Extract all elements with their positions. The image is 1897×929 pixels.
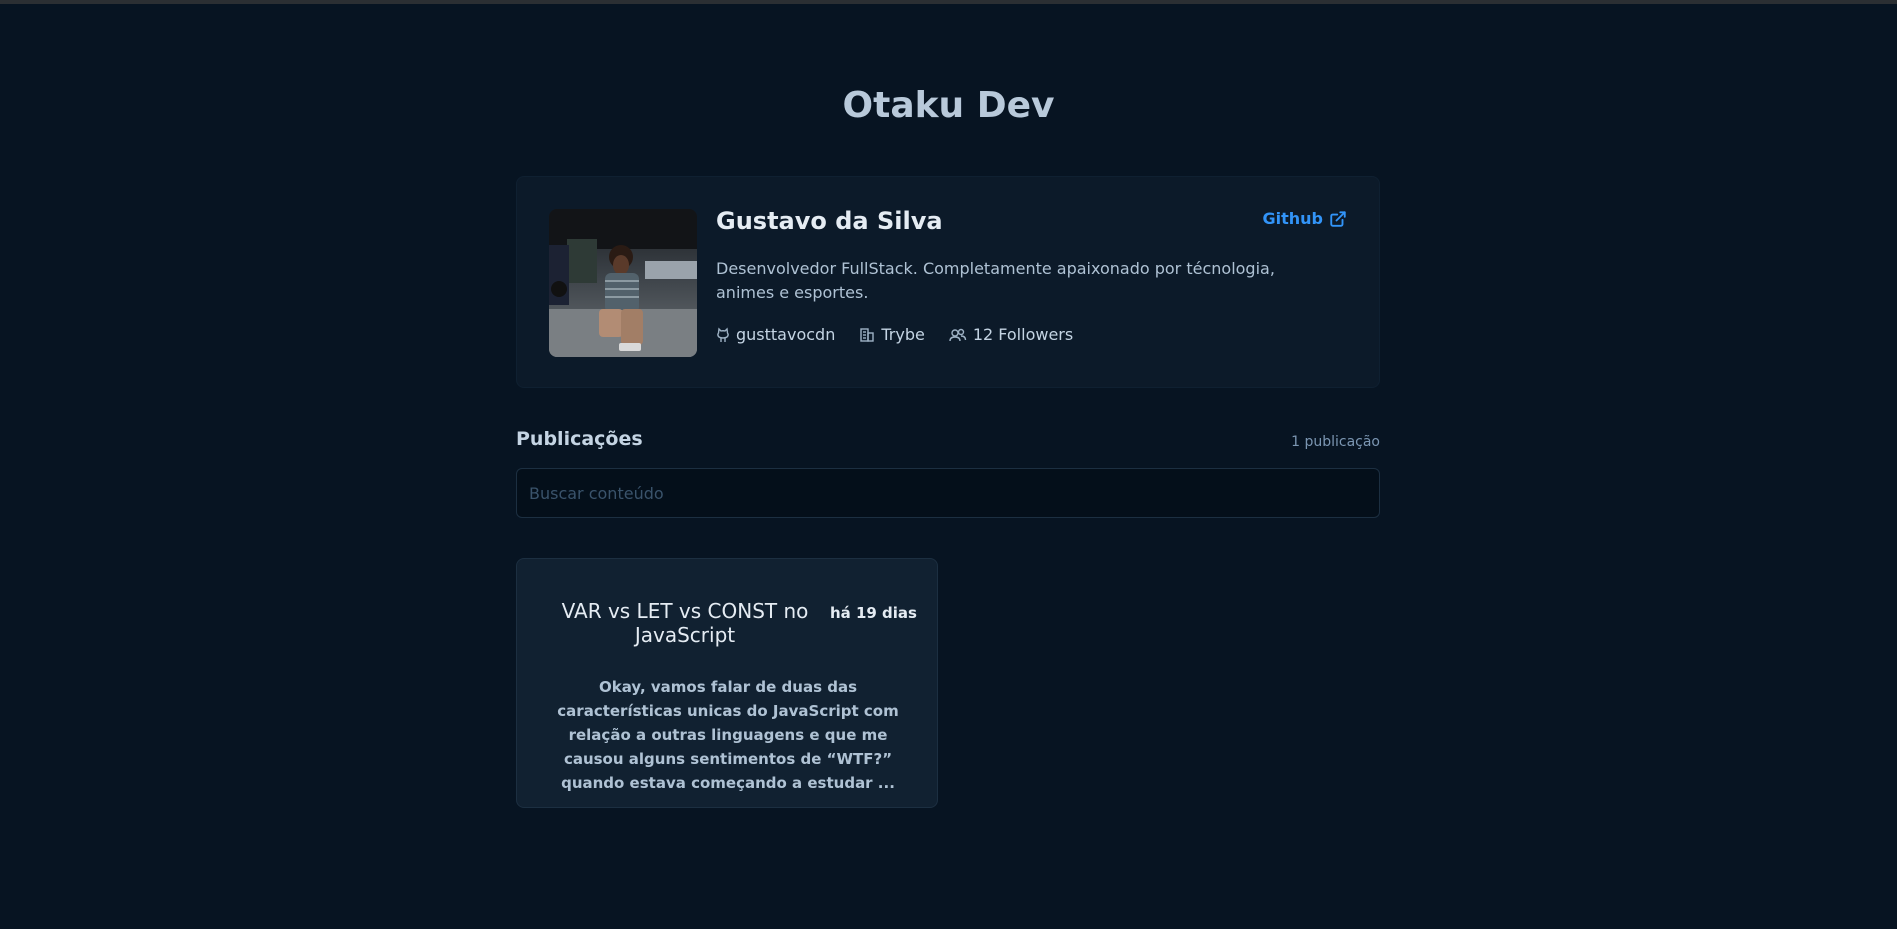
followers-item: 12 Followers <box>949 325 1073 345</box>
username-label: gusttavocdn <box>736 325 836 344</box>
followers-label: 12 Followers <box>972 325 1074 344</box>
profile-bio: Desenvolvedor FullStack. Completamente a… <box>716 259 1275 302</box>
company-item: Trybe <box>859 325 925 345</box>
github-link-label: Github <box>1262 209 1324 228</box>
publications-title: Publicações <box>516 428 643 450</box>
building-icon <box>860 328 875 342</box>
profile-name: Gustavo da Silva <box>716 207 943 235</box>
profile-card: Gustavo da Silva Github Desenvolvedor Fu… <box>516 176 1380 388</box>
post-title: VAR vs LET vs CONST no JavaScript <box>561 599 809 647</box>
site-title: Otaku Dev <box>842 85 1055 126</box>
company-label: Trybe <box>881 325 925 344</box>
users-icon <box>949 328 967 342</box>
top-border <box>0 0 1897 4</box>
external-link-icon <box>1330 211 1346 227</box>
avatar <box>549 209 697 357</box>
github-link[interactable]: Github <box>1263 209 1348 229</box>
publications-count: 1 publicação <box>1291 434 1380 450</box>
post-date: há 19 dias <box>829 604 917 622</box>
search-input[interactable] <box>516 468 1380 518</box>
profile-meta: gusttavocdn Trybe 12 Followers <box>716 325 1073 345</box>
avatar-photo <box>549 209 697 357</box>
username-item: gusttavocdn <box>716 325 835 345</box>
github-icon <box>717 327 729 342</box>
post-excerpt: Okay, vamos falar de duas das caracterís… <box>557 678 899 792</box>
post-card[interactable]: VAR vs LET vs CONST no JavaScript há 19 … <box>516 558 938 808</box>
